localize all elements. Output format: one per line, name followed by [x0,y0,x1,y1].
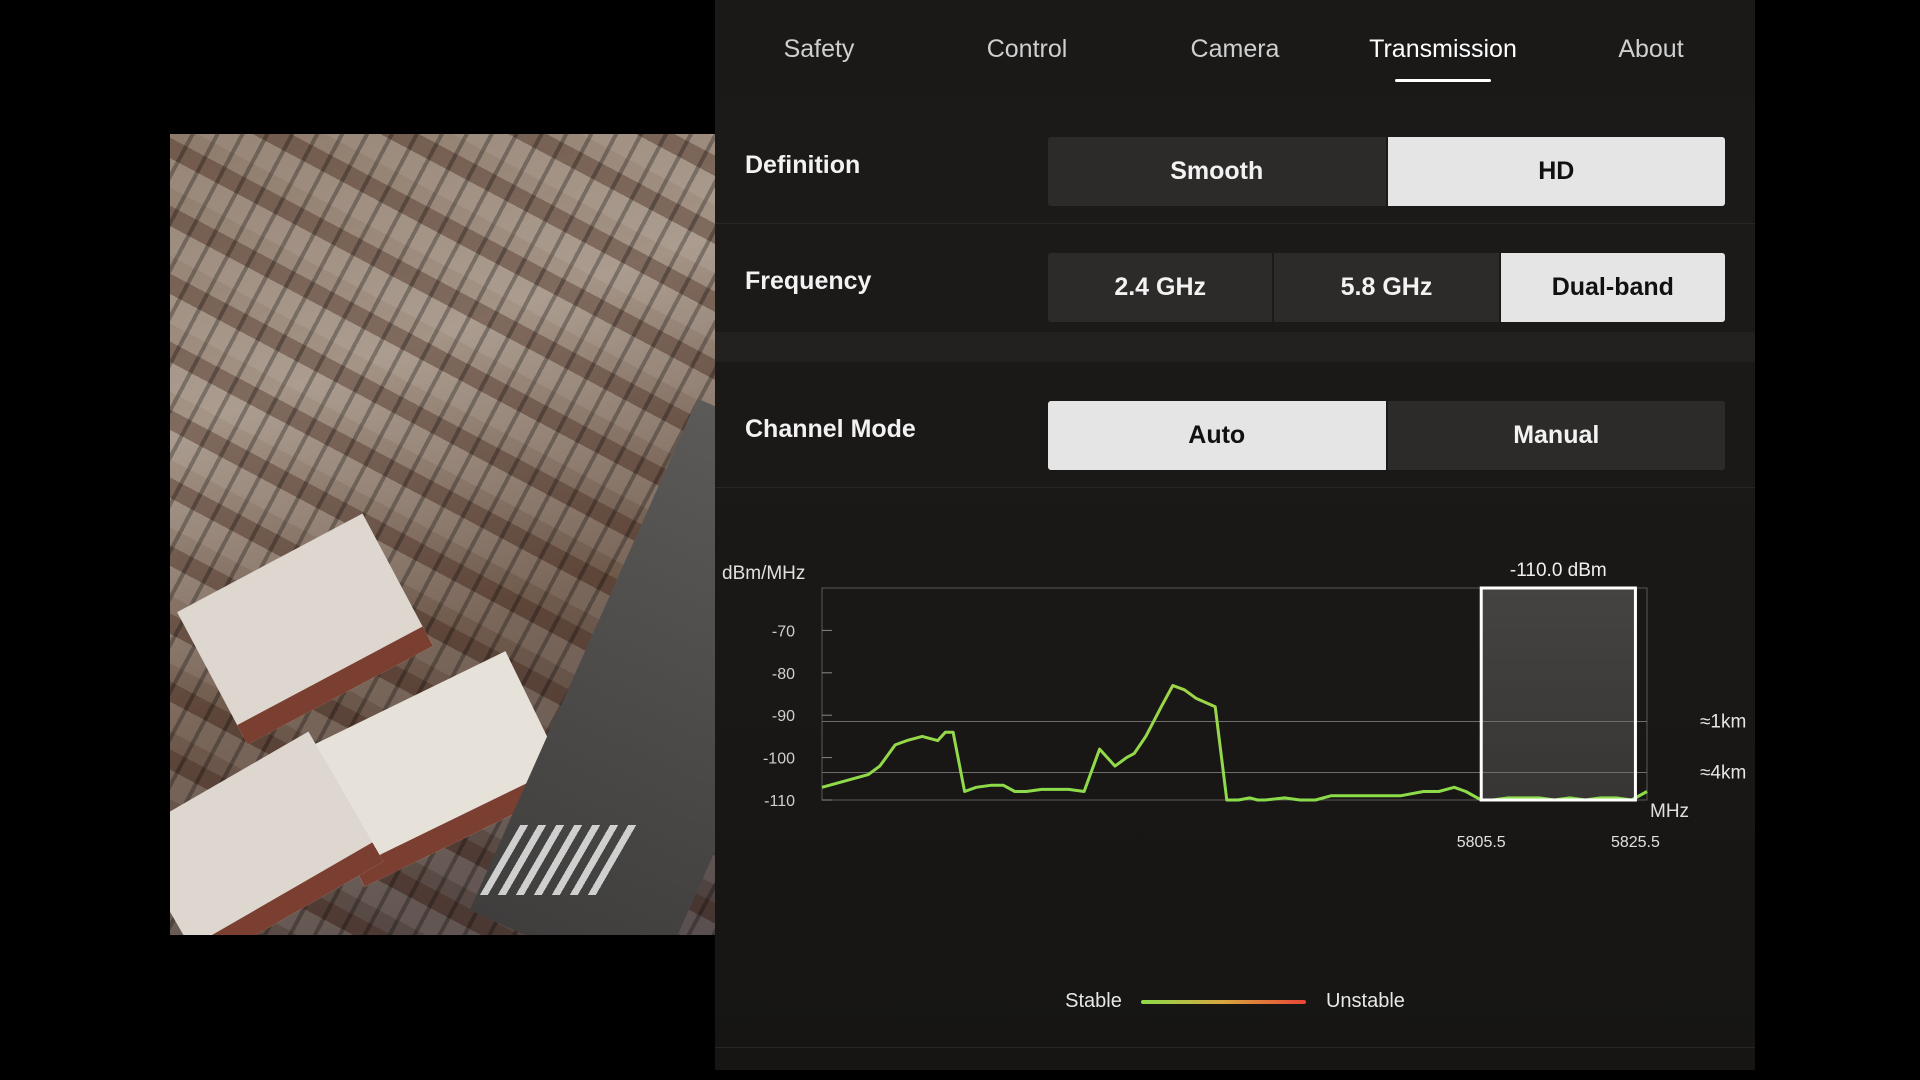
selected-channel-value: -110.0 dBm [1510,560,1607,581]
definition-row: Definition Smooth HD [715,107,1755,224]
tab-camera[interactable]: Camera [1131,0,1339,98]
y-tick-label: -100 [763,751,795,768]
legend-stable-label: Stable [1065,990,1122,1013]
x-tick-label: 5825.5 [1611,834,1660,851]
frequency-selector: 2.4 GHz 5.8 GHz Dual-band [1048,253,1725,322]
y-tick-label: -110 [764,793,795,810]
panel-bottom-divider [715,1047,1755,1048]
y-tick-label: -80 [772,666,795,683]
definition-label: Definition [745,151,861,179]
range-reference-label: ≈4km [1700,762,1746,783]
channel-mode-auto-button[interactable]: Auto [1048,401,1386,470]
definition-selector: Smooth HD [1048,137,1725,206]
definition-smooth-button[interactable]: Smooth [1048,137,1386,206]
y-tick-label: -70 [772,623,795,640]
channel-mode-selector: Auto Manual [1048,401,1725,470]
tab-about[interactable]: About [1547,0,1755,98]
legend-unstable-label: Unstable [1325,990,1405,1013]
legend-gradient-bar [1141,999,1307,1004]
definition-hd-button[interactable]: HD [1385,137,1725,206]
frequency-row: Frequency 2.4 GHz 5.8 GHz Dual-band [715,223,1755,340]
frequency-5-8ghz-button[interactable]: 5.8 GHz [1272,253,1499,322]
settings-tabs: Safety Control Camera Transmission About [715,0,1755,98]
selected-channel-band [1481,588,1636,800]
signal-legend: Stable Unstable [715,990,1755,1013]
x-axis-label: MHz [1650,801,1689,822]
range-reference-label: ≈1km [1700,712,1746,733]
y-axis-label: dBm/MHz [722,563,805,584]
tab-transmission[interactable]: Transmission [1339,0,1547,98]
camera-feed [170,134,715,935]
tab-safety[interactable]: Safety [715,0,923,98]
frequency-2-4ghz-button[interactable]: 2.4 GHz [1048,253,1273,322]
interference-chart: ≈1km ≈4km dBm/MHz -70 -80 -90 -100 -110 MHz 5805.… [722,560,1746,851]
channel-mode-row: Channel Mode Auto Manual [715,371,1755,488]
channel-mode-manual-button[interactable]: Manual [1385,401,1725,470]
y-tick-label: -90 [772,708,795,725]
tab-control[interactable]: Control [923,0,1131,98]
transmission-settings-panel: Safety Control Camera Transmission About… [715,0,1755,1070]
x-tick-label: 5805.5 [1457,834,1506,851]
frequency-label: Frequency [745,267,872,295]
section-divider [715,332,1755,362]
frequency-dual-band-button[interactable]: Dual-band [1498,253,1725,322]
channel-mode-label: Channel Mode [745,415,916,443]
